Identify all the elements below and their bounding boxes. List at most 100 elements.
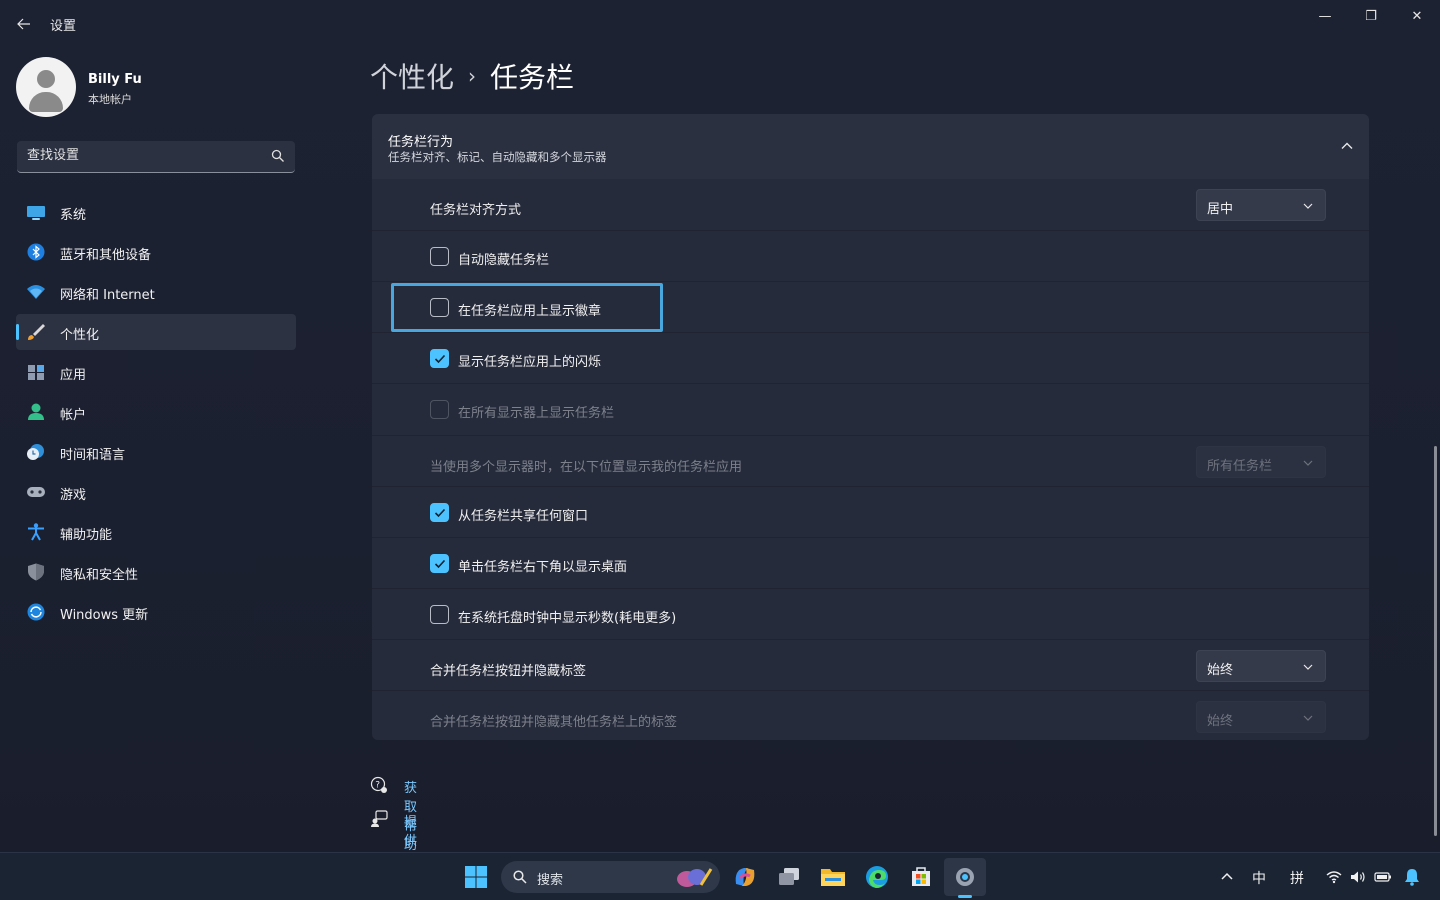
- checkmark-icon: [434, 508, 446, 518]
- combine-other-dropdown: 始终: [1196, 701, 1326, 733]
- combine-dropdown[interactable]: 始终: [1196, 650, 1326, 682]
- setting-flashing: 显示任务栏应用上的闪烁: [372, 332, 1369, 383]
- chevron-down-icon: [1303, 664, 1313, 670]
- combine-value: 始终: [1207, 663, 1234, 678]
- setting-multi-display: 当使用多个显示器时，在以下位置显示我的任务栏应用 所有任务栏: [372, 435, 1369, 486]
- sidebar-item-personalization[interactable]: 个性化: [16, 314, 296, 350]
- flashing-label: 显示任务栏应用上的闪烁: [458, 355, 602, 370]
- setting-share-window: 从任务栏共享任何窗口: [372, 486, 1369, 537]
- sidebar-item-windows-update[interactable]: Windows 更新: [16, 594, 296, 630]
- settings-app-button[interactable]: [949, 861, 981, 893]
- auto-hide-checkbox[interactable]: [430, 247, 449, 266]
- search-icon[interactable]: [271, 149, 285, 163]
- alignment-dropdown[interactable]: 居中: [1196, 189, 1326, 221]
- task-view-button[interactable]: [773, 861, 805, 893]
- sidebar-item-label: 蓝牙和其他设备: [60, 248, 152, 263]
- sidebar-item-label: 个性化: [60, 328, 100, 343]
- settings-window: 设置 — ❐ ✕ Billy Fu 本地帐户 系统 蓝牙和其他设备 网络和 In…: [0, 0, 1440, 887]
- app-title: 设置: [50, 19, 77, 34]
- breadcrumb-parent[interactable]: 个性化: [370, 56, 454, 96]
- minimize-button[interactable]: —: [1302, 0, 1348, 32]
- brush-icon: [28, 324, 45, 340]
- sidebar-item-privacy[interactable]: 隐私和安全性: [16, 554, 296, 590]
- gamepad-icon: [27, 487, 45, 497]
- close-icon: ✕: [1411, 8, 1423, 24]
- file-explorer-button[interactable]: [817, 861, 849, 893]
- sidebar-item-label: 隐私和安全性: [60, 568, 139, 583]
- store-button[interactable]: [905, 861, 937, 893]
- show-desktop-checkbox[interactable]: [430, 554, 449, 573]
- ime-layout-indicator[interactable]: 拼: [1290, 868, 1304, 888]
- checkmark-icon: [434, 559, 446, 569]
- flashing-checkbox[interactable]: [430, 349, 449, 368]
- multi-display-label: 当使用多个显示器时，在以下位置显示我的任务栏应用: [430, 460, 743, 475]
- accessibility-icon: [28, 523, 44, 541]
- sidebar-item-time-language[interactable]: 时间和语言: [16, 434, 296, 470]
- sidebar-item-apps[interactable]: 应用: [16, 354, 296, 390]
- search-highlight-icon: [677, 868, 713, 887]
- taskbar-behaviors-card: 任务栏行为 任务栏对齐、标记、自动隐藏和多个显示器 任务栏对齐方式 居中 自动隐…: [372, 114, 1369, 740]
- multi-display-value: 所有任务栏: [1207, 459, 1273, 474]
- chevron-up-icon[interactable]: [1339, 138, 1355, 154]
- search-box[interactable]: [17, 141, 295, 173]
- ime-mode-indicator[interactable]: 中: [1252, 868, 1266, 888]
- task-view-icon: [779, 868, 799, 885]
- active-app-indicator: [958, 895, 972, 898]
- gear-icon: [956, 868, 974, 886]
- scrollbar[interactable]: [1434, 446, 1437, 836]
- quick-settings-button[interactable]: [1320, 861, 1400, 893]
- show-desktop-label: 单击任务栏右下角以显示桌面: [458, 560, 628, 575]
- search-input[interactable]: [27, 148, 257, 163]
- taskbar-behaviors-header[interactable]: 任务栏行为 任务栏对齐、标记、自动隐藏和多个显示器: [372, 114, 1369, 179]
- profile-name: Billy Fu: [88, 72, 142, 87]
- combine-other-label: 合并任务栏按钮并隐藏其他任务栏上的标签: [430, 715, 678, 730]
- focus-ring: [391, 283, 663, 332]
- feedback-icon: [371, 810, 388, 827]
- section-title: 任务栏行为: [388, 135, 454, 150]
- sidebar-item-gaming[interactable]: 游戏: [16, 474, 296, 510]
- show-seconds-checkbox[interactable]: [430, 605, 449, 624]
- sidebar-item-accounts[interactable]: 帐户: [16, 394, 296, 430]
- sidebar-item-system[interactable]: 系统: [16, 194, 296, 230]
- windows-logo-icon: [465, 866, 487, 888]
- close-button[interactable]: ✕: [1394, 0, 1440, 32]
- setting-all-displays: 在所有显示器上显示任务栏: [372, 383, 1369, 435]
- sidebar-item-label: 游戏: [60, 488, 87, 503]
- apps-icon: [28, 365, 44, 380]
- sidebar-item-label: 时间和语言: [60, 448, 126, 463]
- combine-other-value: 始终: [1207, 714, 1234, 729]
- profile-account-type: 本地帐户: [88, 93, 132, 106]
- update-icon: [27, 603, 45, 621]
- alignment-value: 居中: [1207, 202, 1234, 217]
- sidebar-item-bluetooth[interactable]: 蓝牙和其他设备: [16, 234, 296, 270]
- back-button[interactable]: [10, 10, 38, 38]
- start-button[interactable]: [460, 861, 492, 893]
- notifications-button[interactable]: [1398, 861, 1426, 893]
- edge-icon: [866, 866, 888, 888]
- copilot-button[interactable]: [729, 861, 761, 893]
- breadcrumb: 个性化 › 任务栏: [370, 56, 574, 96]
- minimize-icon: —: [1318, 8, 1332, 24]
- setting-combine-other: 合并任务栏按钮并隐藏其他任务栏上的标签 始终: [372, 690, 1369, 740]
- sidebar-item-label: 网络和 Internet: [60, 288, 155, 303]
- page-title: 任务栏: [490, 61, 575, 94]
- taskbar-search[interactable]: 搜索: [501, 861, 720, 893]
- tray-overflow-button[interactable]: [1212, 861, 1242, 893]
- user-profile[interactable]: Billy Fu 本地帐户: [16, 57, 296, 117]
- avatar-body: [29, 92, 63, 112]
- sidebar-item-label: 应用: [60, 368, 87, 383]
- share-window-checkbox[interactable]: [430, 503, 449, 522]
- sidebar-nav: 系统 蓝牙和其他设备 网络和 Internet 个性化 应用 帐户 时间和语言: [16, 194, 296, 634]
- sidebar-item-accessibility[interactable]: 辅助功能: [16, 514, 296, 550]
- chevron-down-icon: [1303, 715, 1313, 721]
- edge-button[interactable]: [861, 861, 893, 893]
- wifi-icon: [27, 285, 45, 299]
- sidebar-item-label: 辅助功能: [60, 528, 113, 543]
- bell-icon: [1405, 869, 1419, 886]
- maximize-button[interactable]: ❐: [1348, 0, 1394, 32]
- sidebar-item-network[interactable]: 网络和 Internet: [16, 274, 296, 310]
- sidebar-item-label: 帐户: [60, 408, 87, 423]
- sidebar-item-label: 系统: [60, 208, 87, 223]
- combine-label: 合并任务栏按钮并隐藏标签: [430, 664, 587, 679]
- breadcrumb-separator: ›: [468, 64, 477, 88]
